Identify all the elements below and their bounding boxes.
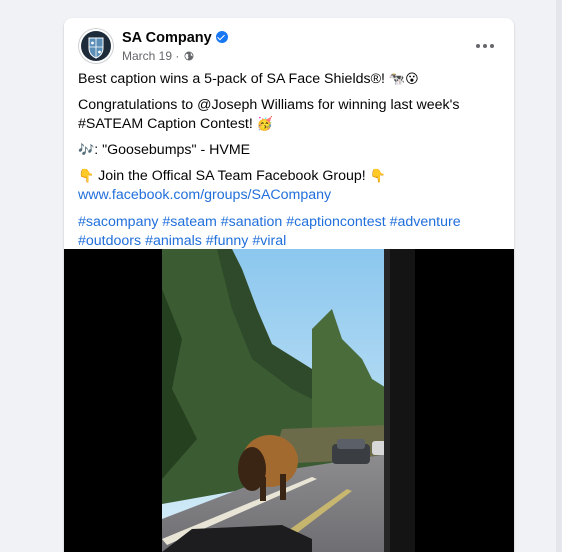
hashtag-link[interactable]: #funny <box>206 233 249 249</box>
verified-badge-icon <box>215 31 228 43</box>
hashtag-link[interactable]: #sanation <box>221 214 283 230</box>
post-date[interactable]: March 19 <box>122 49 172 63</box>
post-meta: March 19 · <box>122 49 194 63</box>
scrollbar[interactable] <box>556 0 562 552</box>
video-frame <box>162 249 415 552</box>
party-face-emoji-icon: 🥳 <box>256 117 273 132</box>
music-line: 🎶: "Goosebumps" - HVME <box>78 141 498 160</box>
hashtag-link[interactable]: #viral <box>252 233 286 249</box>
post-text: Best caption wins a 5-pack of SA Face Sh… <box>78 70 498 258</box>
cow-surprised-emoji-icon: 🐄😮 <box>388 72 419 87</box>
group-invite-text: Join the Offical SA Team Facebook Group! <box>94 168 370 184</box>
page-name[interactable]: SA Company <box>122 30 212 46</box>
post-header: SA Company March 19 · <box>78 28 498 68</box>
hashtag-link[interactable]: #sacompany <box>78 214 158 230</box>
hashtag-link[interactable]: #animals <box>145 233 202 249</box>
music-text: : "Goosebumps" - HVME <box>94 142 251 158</box>
hashtags-paragraph: #sacompany #sateam #sanation #captioncon… <box>78 213 498 251</box>
meta-separator: · <box>175 49 180 63</box>
caption-text: Best caption wins a 5-pack of SA Face Sh… <box>78 71 389 87</box>
point-down-emoji-icon: 👇 <box>78 169 95 184</box>
hashtag-link[interactable]: #outdoors <box>78 233 141 249</box>
point-down-emoji-icon: 👇 <box>369 169 386 184</box>
video-player[interactable] <box>64 249 514 552</box>
congratulations-paragraph: Congratulations to @Joseph Williams for … <box>78 96 498 134</box>
group-invite-paragraph: 👇 Join the Offical SA Team Facebook Grou… <box>78 167 498 205</box>
more-options-icon[interactable] <box>470 34 500 58</box>
group-link[interactable]: www.facebook.com/groups/SACompany <box>78 187 331 203</box>
globe-icon[interactable] <box>184 51 194 61</box>
page-name-row: SA Company <box>122 30 228 46</box>
congratulations-text: Congratulations to @Joseph Williams for … <box>78 97 460 113</box>
page-avatar[interactable] <box>78 28 114 64</box>
hashtag-link[interactable]: #sateam <box>162 214 216 230</box>
caption-contest-line: Best caption wins a 5-pack of SA Face Sh… <box>78 70 498 89</box>
caption-contest-text: #SATEAM Caption Contest! <box>78 116 257 132</box>
post-card: SA Company March 19 · Best caption wins … <box>64 18 514 552</box>
hashtag-link[interactable]: #adventure <box>390 214 461 230</box>
music-notes-emoji-icon: 🎶 <box>78 143 95 158</box>
hashtag-link[interactable]: #captioncontest <box>286 214 385 230</box>
